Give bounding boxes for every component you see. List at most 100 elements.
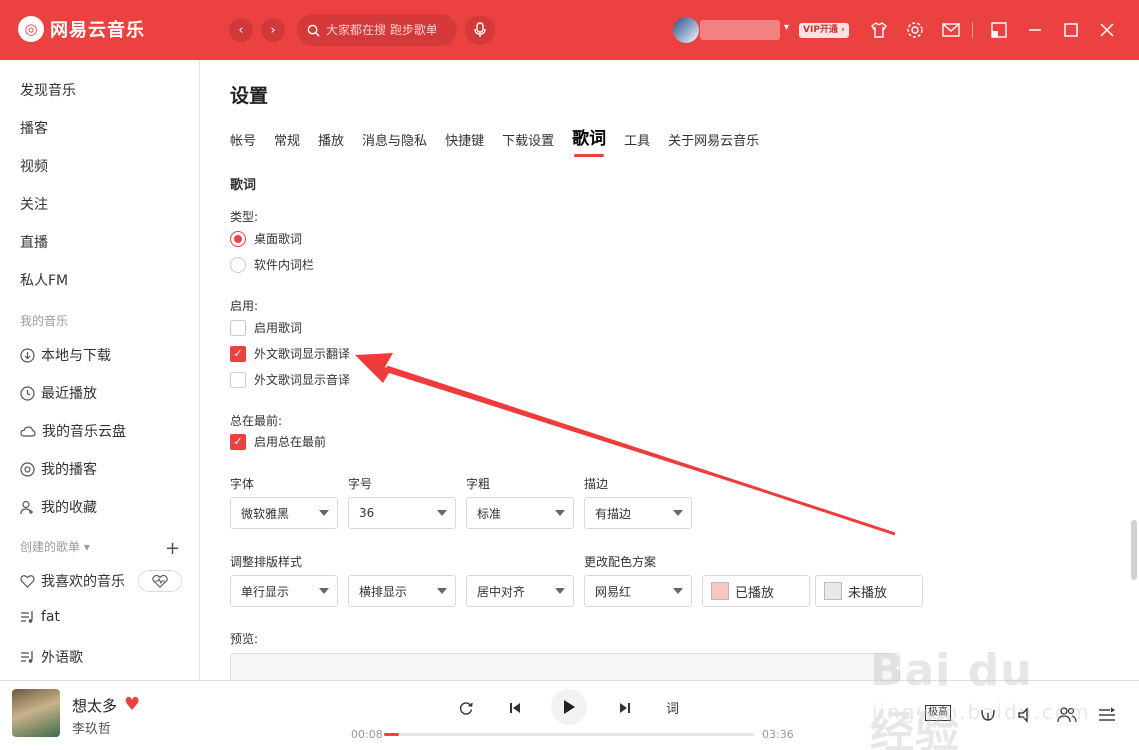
app-logo[interactable]: ◎ 网易云音乐: [18, 16, 145, 42]
radio-checked-icon[interactable]: [230, 230, 246, 247]
liked-heart-icon[interactable]: ♥: [124, 694, 140, 715]
tab-download[interactable]: 下载设置: [502, 130, 554, 149]
font-select[interactable]: 微软雅黑: [230, 497, 338, 529]
skin-button[interactable]: [869, 20, 889, 40]
heart-outline-icon: [20, 575, 35, 588]
orientation-select[interactable]: 横排显示: [348, 575, 456, 607]
quality-badge[interactable]: 极高: [925, 705, 951, 721]
radio-desktop-lyrics[interactable]: 桌面歌词: [230, 230, 302, 247]
listen-together-button[interactable]: [1055, 705, 1079, 725]
tab-privacy[interactable]: 消息与隐私: [362, 130, 427, 149]
scrollbar-thumb[interactable]: [1131, 520, 1137, 580]
tab-shortcuts[interactable]: 快捷键: [445, 130, 484, 149]
sidebar-item-my-podcast[interactable]: 我的播客: [20, 459, 97, 479]
sidebar-item-playlist-foreign[interactable]: 外语歌: [20, 647, 83, 667]
tab-lyrics[interactable]: 歌词: [572, 124, 606, 157]
song-title[interactable]: 想太多: [72, 695, 117, 716]
lyrics-toggle-button[interactable]: 词: [666, 698, 679, 717]
mini-mode-icon: [991, 22, 1007, 38]
previous-icon: [510, 703, 520, 713]
tab-account[interactable]: 帐号: [230, 130, 256, 149]
progress-bar[interactable]: [384, 733, 754, 736]
messages-button[interactable]: [941, 20, 961, 40]
volume-button[interactable]: [1014, 705, 1038, 725]
settings-button[interactable]: [905, 20, 925, 40]
sidebar-item-collection[interactable]: 我的收藏: [20, 497, 97, 517]
search-box[interactable]: [297, 14, 457, 46]
next-icon: [620, 703, 630, 713]
user-avatar[interactable]: [673, 17, 699, 43]
minimize-button[interactable]: [1025, 20, 1045, 40]
enable-label: 启用:: [230, 299, 259, 313]
option-label: 外文歌词显示音译: [254, 373, 351, 387]
sidebar-item-live[interactable]: 直播: [20, 232, 48, 252]
checkbox-unchecked-icon[interactable]: [230, 371, 246, 388]
back-button[interactable]: ‹: [229, 18, 253, 42]
color-scheme-select[interactable]: 网易红: [584, 575, 692, 607]
sidebar-item-label: 最近播放: [41, 386, 97, 402]
artist-name[interactable]: 李玖哲: [72, 718, 111, 737]
sidebar-item-local-download[interactable]: 本地与下载: [20, 345, 111, 365]
sidebar-item-playlist-fat[interactable]: fat: [20, 609, 60, 625]
checkbox-show-transliteration[interactable]: 外文歌词显示音译: [230, 371, 350, 388]
album-cover[interactable]: [12, 689, 60, 737]
play-button[interactable]: [551, 689, 587, 725]
played-color-button[interactable]: 已播放: [702, 575, 810, 607]
loop-mode-button[interactable]: [456, 698, 476, 718]
played-color-swatch: [711, 582, 729, 600]
close-icon: [1100, 23, 1114, 37]
user-menu-caret-icon[interactable]: ▾: [784, 22, 789, 33]
settings-icon: [907, 22, 923, 38]
sidebar-item-liked-music[interactable]: 我喜欢的音乐: [20, 571, 125, 591]
search-input[interactable]: [326, 23, 436, 37]
align-select[interactable]: 居中对齐: [466, 575, 574, 607]
playlist-icon: [21, 651, 33, 663]
maximize-button[interactable]: [1061, 20, 1081, 40]
sidebar-item-fm[interactable]: 私人FM: [20, 270, 68, 290]
chevron-down-icon: [319, 588, 329, 594]
created-playlists-heading[interactable]: 创建的歌单 ▾: [20, 538, 90, 555]
close-button[interactable]: [1097, 20, 1117, 40]
vip-badge[interactable]: VIP开通 ›: [799, 23, 849, 38]
playlist-icon: [21, 611, 33, 623]
mic-icon: [474, 22, 486, 37]
forward-button[interactable]: ›: [261, 18, 285, 42]
checkbox-always-on-top[interactable]: ✓ 启用总在最前: [230, 433, 326, 450]
sidebar-item-video[interactable]: 视频: [20, 156, 48, 176]
heartbeat-mode-button[interactable]: [138, 570, 182, 592]
mini-mode-button[interactable]: [989, 20, 1009, 40]
checkbox-checked-icon[interactable]: ✓: [230, 433, 246, 450]
tab-about[interactable]: 关于网易云音乐: [668, 130, 759, 149]
sidebar-item-discover[interactable]: 发现音乐: [20, 80, 76, 100]
tab-general[interactable]: 常规: [274, 130, 300, 149]
checkbox-unchecked-icon[interactable]: [230, 319, 246, 336]
sidebar-item-follow[interactable]: 关注: [20, 194, 48, 214]
sidebar-item-label: 我的播客: [41, 462, 97, 478]
voice-search-button[interactable]: [465, 15, 495, 45]
line-mode-select[interactable]: 单行显示: [230, 575, 338, 607]
tab-playback[interactable]: 播放: [318, 130, 344, 149]
playlist-queue-button[interactable]: [1095, 705, 1119, 725]
page-title: 设置: [230, 85, 269, 107]
next-button[interactable]: [615, 698, 635, 718]
radio-unchecked-icon[interactable]: [230, 256, 246, 273]
tab-tools[interactable]: 工具: [624, 130, 650, 149]
option-label: 启用总在最前: [254, 435, 327, 449]
sidebar-item-podcast[interactable]: 播客: [20, 118, 48, 138]
unplayed-color-button[interactable]: 未播放: [815, 575, 923, 607]
app-name: 网易云音乐: [50, 20, 145, 41]
radio-inapp-lyrics[interactable]: 软件内词栏: [230, 256, 314, 273]
repeat-icon: [459, 702, 473, 715]
sound-effect-button[interactable]: [976, 705, 1000, 725]
user-collect-icon: [20, 500, 33, 514]
color-scheme-label: 更改配色方案: [584, 555, 657, 569]
checkbox-checked-icon[interactable]: ✓: [230, 345, 246, 362]
add-playlist-icon[interactable]: +: [165, 538, 180, 559]
checkbox-show-translation[interactable]: ✓ 外文歌词显示翻译: [230, 345, 350, 362]
sidebar-item-recent[interactable]: 最近播放: [20, 383, 97, 403]
username[interactable]: [700, 20, 780, 40]
option-label: 外文歌词显示翻译: [254, 347, 351, 361]
checkbox-enable-lyrics[interactable]: 启用歌词: [230, 319, 302, 336]
previous-button[interactable]: [505, 698, 525, 718]
sidebar-item-cloud[interactable]: 我的音乐云盘: [20, 421, 126, 441]
